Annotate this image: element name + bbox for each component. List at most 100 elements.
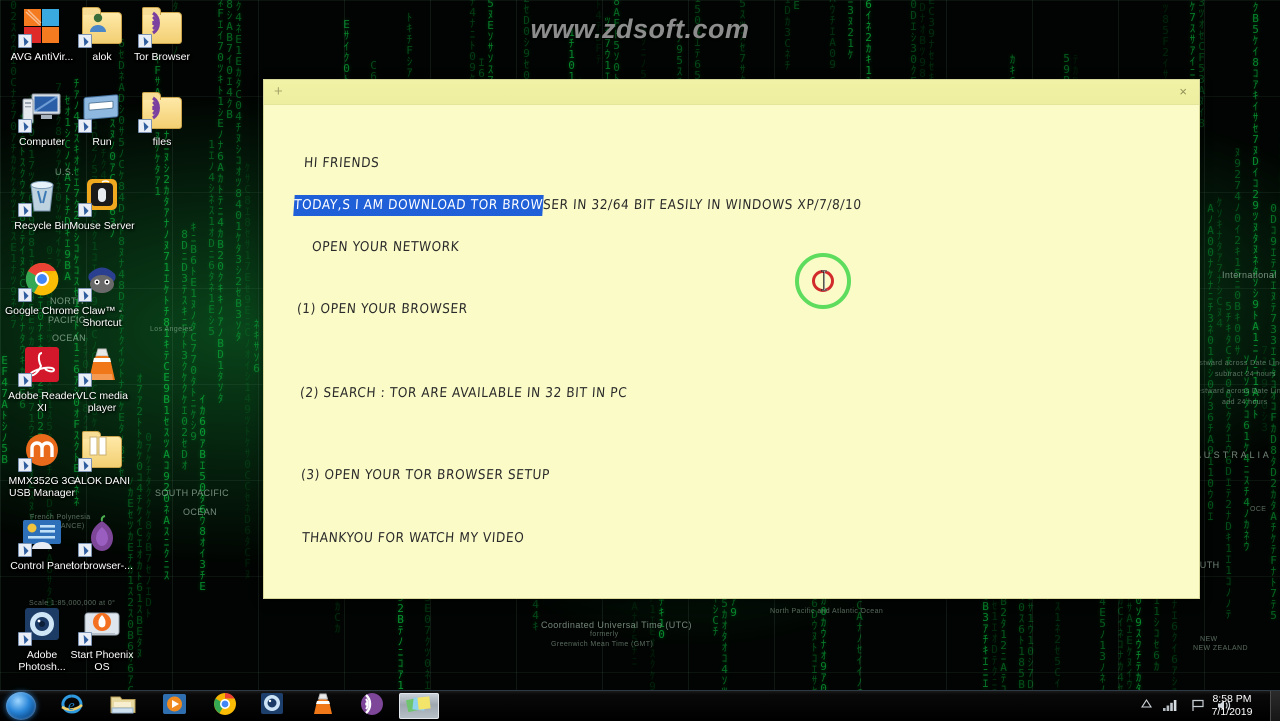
shortcut-overlay-icon — [78, 543, 92, 557]
new-note-icon[interactable]: + — [274, 83, 283, 101]
map-label: Greenwich Mean Time (GMT) — [551, 641, 653, 648]
shortcut-overlay-icon — [138, 34, 152, 48]
sticky-note-window[interactable]: + × HI FRIENDS TODAY,S I AM DOWNLOAD TOR … — [263, 79, 1200, 599]
clock-time: 8:58 PM — [1202, 693, 1262, 706]
desktop-icon-label: torbrowser-... — [64, 561, 140, 573]
mouse-server-icon — [78, 175, 126, 219]
tor-browser-icon — [360, 692, 384, 721]
recycle-bin-icon — [18, 175, 66, 219]
taskbar-button-sticky-notes[interactable] — [399, 693, 439, 719]
network-signal-icon[interactable] — [1163, 699, 1178, 714]
shortcut-overlay-icon — [138, 119, 152, 133]
taskbar-button-vlc-media-player[interactable] — [303, 693, 343, 719]
desktop-icon-folder-tor[interactable]: Tor Browser — [124, 6, 200, 64]
map-label: subtract 24 hours — [1215, 371, 1276, 378]
map-label: OCE — [1250, 506, 1266, 513]
taskbar-button-windows-explorer[interactable] — [103, 693, 143, 719]
note-line[interactable]: HI FRIENDS — [303, 155, 380, 171]
clock[interactable]: 8:58 PM 7/1/2019 — [1202, 693, 1262, 719]
desktop-icon-label: Claw™ - Shortcut — [64, 306, 140, 329]
taskbar[interactable]: e 8:58 PM 7/1/2019 — [0, 690, 1280, 720]
note-line[interactable]: OPEN YOUR NETWORK — [311, 239, 459, 255]
note-line-remaining-text: SER IN 32/64 BIT EASILY IN WINDOWS XP/7/… — [542, 197, 862, 213]
windows-explorer-icon — [109, 692, 137, 720]
claw-icon — [78, 260, 126, 304]
desktop-icon-label: ALOK DANI — [64, 476, 140, 488]
note-line[interactable]: THANKYOU FOR WATCH MY VIDEO — [301, 530, 524, 546]
clock-date: 7/1/2019 — [1202, 706, 1262, 719]
note-line[interactable]: (3) OPEN YOUR TOR BROWSER SETUP — [300, 467, 550, 483]
desktop-icon-label: Tor Browser — [124, 52, 200, 64]
desktop[interactable]: E F 4 7 A ﾄ ｼ ﾉ 5 B 7 4 ﾃ C 0 ﾅ ｽ 0 2 ｽ … — [0, 0, 1280, 690]
map-label: North Pacific and Atlantic Ocean — [770, 608, 883, 615]
taskbar-button-windows-media-player[interactable] — [154, 693, 194, 719]
mmx-usb-manager-icon — [18, 430, 66, 474]
folder-files-icon — [78, 430, 126, 474]
text-cursor-icon — [820, 270, 828, 291]
map-label: Westward across Date Line — [1190, 388, 1280, 395]
shortcut-overlay-icon — [78, 458, 92, 472]
map-label: OCEAN — [52, 333, 86, 343]
desktop-icon-folder-tor[interactable]: files — [124, 91, 200, 149]
desktop-icon-phoenix-os[interactable]: Start Phoenix OS — [64, 604, 140, 673]
vlc-icon — [78, 345, 126, 389]
shortcut-overlay-icon — [78, 373, 92, 387]
close-icon[interactable]: × — [1179, 83, 1187, 101]
map-label: A U S T R A L I A — [1195, 450, 1269, 460]
map-label: OCEAN — [183, 507, 217, 517]
adobe-photoshop-icon — [18, 604, 66, 648]
svg-text:e: e — [68, 698, 75, 714]
vlc-media-player-icon — [312, 692, 334, 721]
shortcut-overlay-icon — [78, 203, 92, 217]
shortcut-overlay-icon — [18, 288, 32, 302]
desktop-icon-folder-files[interactable]: ALOK DANI — [64, 430, 140, 488]
note-text-area[interactable]: HI FRIENDS TODAY,S I AM DOWNLOAD TOR BROW… — [264, 105, 1199, 598]
phoenix-os-icon — [78, 604, 126, 648]
show-hidden-icons-icon[interactable] — [1141, 699, 1152, 711]
folder-tor-icon — [138, 91, 186, 135]
map-label: SOUTH PACIFIC — [155, 488, 229, 498]
map-label: Los Angeles — [150, 326, 193, 333]
google-chrome-icon — [18, 260, 66, 304]
note-line-selected[interactable]: TODAY,S I AM DOWNLOAD TOR BROWSER IN 32/… — [293, 197, 862, 213]
shortcut-overlay-icon — [78, 632, 92, 646]
shortcut-overlay-icon — [18, 34, 32, 48]
internet-explorer-icon: e — [59, 692, 85, 721]
map-label: formerly — [590, 631, 618, 638]
click-highlight-inner-ring — [812, 270, 834, 292]
note-line[interactable]: (2) SEARCH : TOR ARE AVAILABLE IN 32 BIT… — [299, 385, 627, 401]
desktop-icon-label: VLC media player — [64, 391, 140, 414]
start-button[interactable] — [6, 692, 36, 720]
map-label: NEW ZEALAND — [1193, 645, 1248, 652]
photoshop-icon — [260, 692, 284, 720]
map-label: Eastward across Date Line — [1190, 360, 1280, 367]
desktop-icon-tor-onion[interactable]: torbrowser-... — [64, 515, 140, 573]
desktop-icon-label: Start Phoenix OS — [64, 650, 140, 673]
shortcut-overlay-icon — [18, 203, 32, 217]
desktop-icon-claw[interactable]: Claw™ - Shortcut — [64, 260, 140, 329]
taskbar-button-google-chrome[interactable] — [205, 693, 245, 719]
taskbar-button-internet-explorer[interactable]: e — [52, 693, 92, 719]
shortcut-overlay-icon — [18, 543, 32, 557]
taskbar-button-tor-browser[interactable] — [352, 693, 392, 719]
google-chrome-icon — [213, 692, 237, 721]
control-panel-icon — [18, 515, 66, 559]
note-line-highlighted-text: TODAY,S I AM DOWNLOAD TOR BROW — [293, 195, 543, 216]
map-label: NEW — [1200, 636, 1218, 643]
computer-icon — [18, 91, 66, 135]
sticky-notes-icon — [405, 693, 433, 720]
shortcut-overlay-icon — [18, 632, 32, 646]
show-desktop-button[interactable] — [1270, 691, 1280, 721]
desktop-icon-mouse-server[interactable]: Mouse Server — [64, 175, 140, 233]
avg-antivirus-icon — [18, 6, 66, 50]
taskbar-button-photoshop[interactable] — [252, 693, 292, 719]
click-highlight-outer-ring — [795, 253, 851, 309]
map-label: Coordinated Universal Time (UTC) — [541, 620, 692, 630]
adobe-reader-icon — [18, 345, 66, 389]
note-line[interactable]: (1) OPEN YOUR BROWSER — [296, 301, 468, 317]
note-titlebar[interactable]: + × — [264, 80, 1199, 105]
tor-onion-icon — [78, 515, 126, 559]
desktop-icon-vlc[interactable]: VLC media player — [64, 345, 140, 414]
run-dialog-icon — [78, 91, 126, 135]
shortcut-overlay-icon — [18, 458, 32, 472]
